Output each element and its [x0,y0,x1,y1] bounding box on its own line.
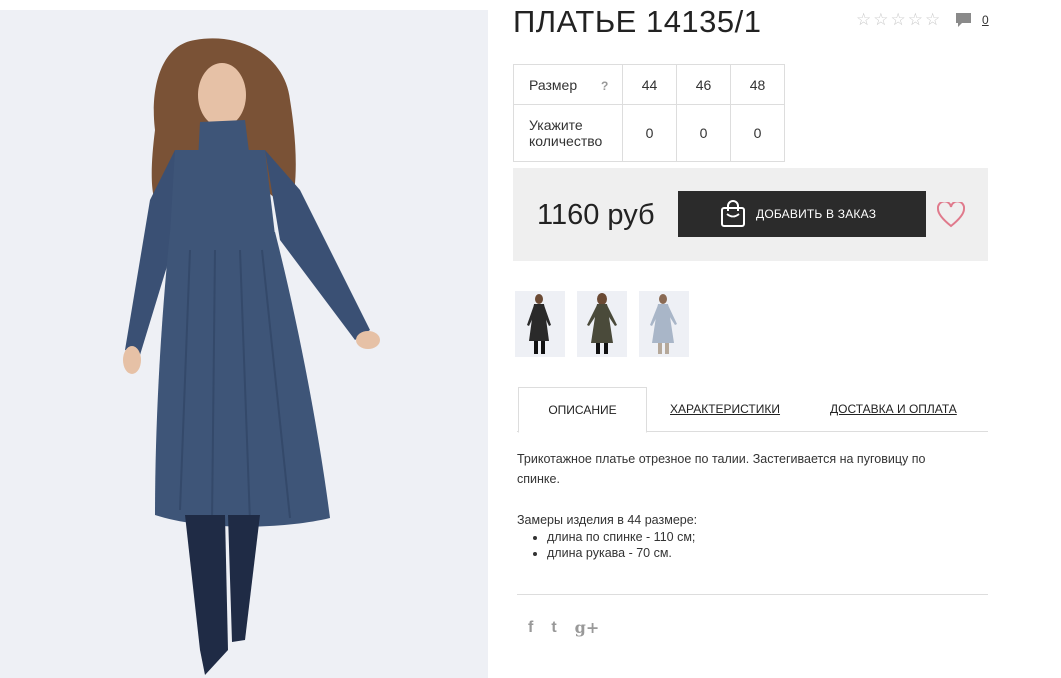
thumbnail-strip [515,291,689,357]
measures-block: Замеры изделия в 44 размере: длина по сп… [517,513,697,561]
star-icon[interactable]: ☆ [891,10,906,30]
divider [517,594,988,595]
thumbnail-olive[interactable] [577,291,627,357]
product-tabs: ОПИСАНИЕ ХАРАКТЕРИСТИКИ ДОСТАВКА И ОПЛАТ… [517,387,988,433]
facebook-icon[interactable]: f [528,619,533,637]
quantity-input-44[interactable]: 0 [623,125,676,141]
favorite-heart-icon[interactable] [937,202,965,228]
thumbnail-light-blue[interactable] [639,291,689,357]
tab-delivery-payment[interactable]: ДОСТАВКА И ОПЛАТА [830,387,957,432]
thumbnail-black-image [527,294,551,354]
shopping-bag-icon [721,200,745,227]
comment-icon[interactable] [955,12,972,28]
measures-list: длина по спинке - 110 см; длина рукава -… [517,529,697,561]
quantity-label: Укажите количество [513,104,623,162]
rating-stars[interactable]: ☆ ☆ ☆ ☆ ☆ [856,10,940,30]
social-share: f t g+ [528,618,599,637]
product-description: Трикотажное платье отрезное по талии. За… [517,452,926,486]
size-44: 44 [622,64,677,105]
size-help-icon[interactable]: ? [601,79,608,93]
twitter-icon[interactable]: t [551,619,556,637]
star-icon[interactable]: ☆ [873,10,888,30]
quantity-input-46[interactable]: 0 [677,125,730,141]
star-icon[interactable]: ☆ [925,10,940,30]
product-title: ПЛАТЬЕ 14135/1 [513,4,762,39]
size-48: 48 [730,64,785,105]
measure-item: длина по спинке - 110 см; [547,529,697,545]
measures-title: Замеры изделия в 44 размере: [517,513,698,527]
thumbnail-olive-image [587,293,617,354]
tab-characteristics[interactable]: ХАРАКТЕРИСТИКИ [670,387,780,432]
quantity-input-48[interactable]: 0 [731,125,784,141]
price: 1160 руб [537,199,655,231]
size-label: Размер [529,76,578,93]
buy-box: 1160 руб ДОБАВИТЬ В ЗАКАЗ [513,168,988,261]
product-photo[interactable] [0,10,488,678]
size-table: Размер ? 44 46 48 Укажите количество 0 0… [513,64,785,162]
size-label-cell: Размер ? [513,64,623,105]
size-46: 46 [676,64,731,105]
comments-count-link[interactable]: 0 [982,13,989,27]
tab-description[interactable]: ОПИСАНИЕ [518,387,647,433]
star-icon[interactable]: ☆ [856,10,871,30]
add-to-cart-label: ДОБАВИТЬ В ЗАКАЗ [756,207,877,221]
star-icon[interactable]: ☆ [908,10,923,30]
measure-item: длина рукава - 70 см. [547,545,697,561]
model-illustration [123,38,380,675]
thumbnail-black[interactable] [515,291,565,357]
google-plus-icon[interactable]: g+ [575,618,600,637]
comments[interactable]: 0 [955,12,989,28]
thumbnail-light-blue-image [650,294,677,354]
add-to-cart-button[interactable]: ДОБАВИТЬ В ЗАКАЗ [678,191,926,237]
